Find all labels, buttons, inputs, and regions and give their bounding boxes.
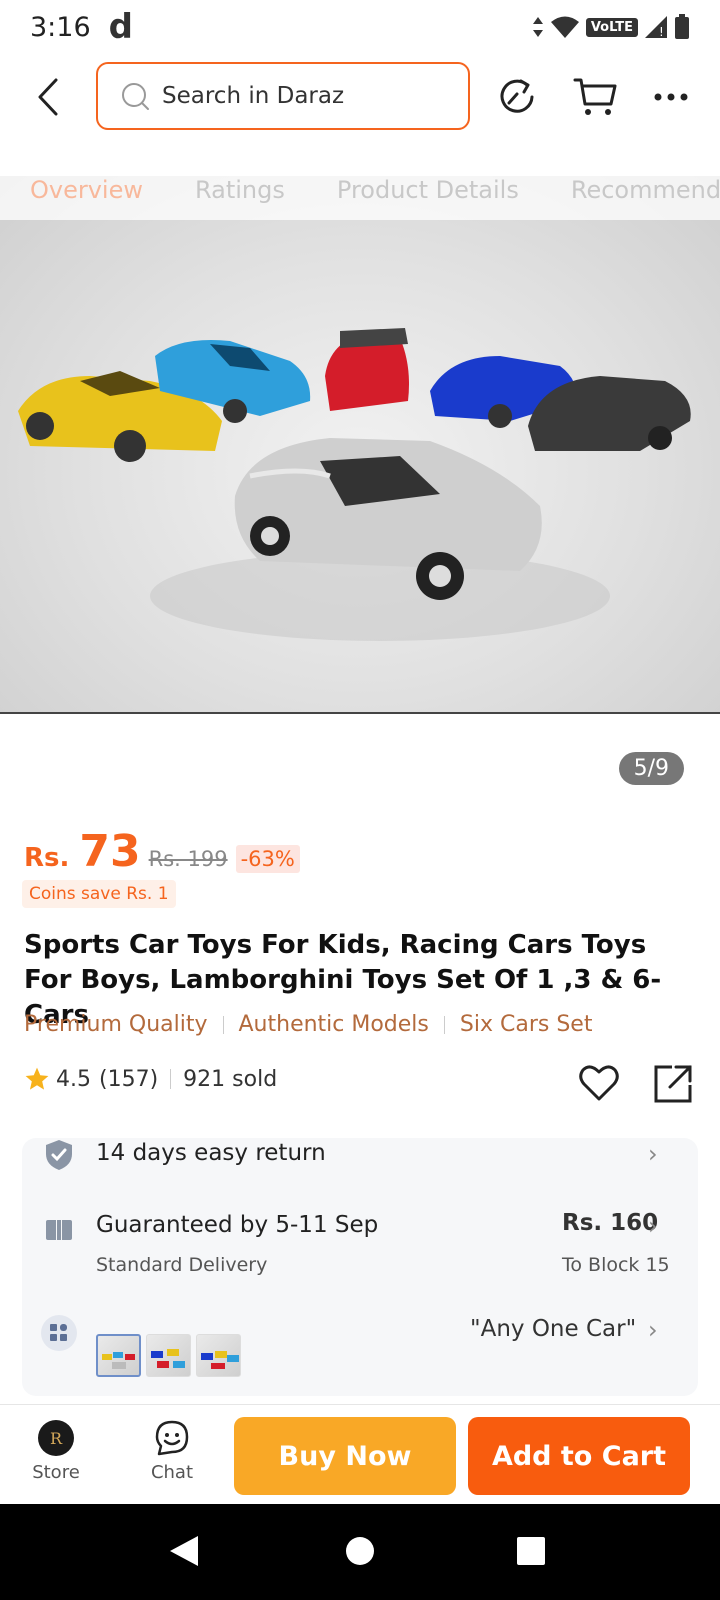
system-back-icon[interactable] — [168, 1534, 200, 1568]
divider — [443, 1015, 445, 1034]
price-original: Rs. 199 — [148, 847, 228, 871]
system-navigation-bar — [0, 1504, 720, 1600]
rating-row[interactable]: 4.5 (157) 921 sold — [24, 1066, 277, 1092]
battery-icon — [675, 14, 689, 39]
chevron-right-icon[interactable]: › — [648, 1140, 658, 1168]
variant-thumbnail[interactable] — [146, 1334, 191, 1377]
share-button[interactable] — [652, 1063, 694, 1109]
delivery-box-icon — [46, 1214, 72, 1240]
coins-badge: Coins save Rs. 1 — [22, 880, 176, 908]
volte-badge: VoLTE — [585, 17, 638, 37]
chevron-right-icon[interactable]: › — [648, 1316, 658, 1344]
divider — [222, 1015, 224, 1034]
variant-thumbnail[interactable] — [196, 1334, 241, 1377]
wifi-icon — [550, 16, 579, 38]
tab-product-details[interactable]: Product Details — [337, 176, 519, 204]
delivery-price: Rs. 160 — [562, 1210, 659, 1236]
variant-grid-icon — [41, 1315, 77, 1351]
shield-check-icon — [46, 1140, 72, 1170]
review-count: (157) — [99, 1066, 159, 1092]
highlight-item: Authentic Models — [238, 1012, 429, 1037]
search-bar[interactable]: Search in Daraz — [96, 62, 470, 130]
svg-text:R: R — [50, 1429, 63, 1448]
signal-icon: ! — [645, 16, 667, 39]
highlight-item: Six Cars Set — [459, 1012, 593, 1037]
returns-text[interactable]: 14 days easy return — [96, 1140, 326, 1166]
store-label: Store — [32, 1462, 80, 1483]
star-icon — [25, 1067, 49, 1090]
tab-recommended[interactable]: Recommended — [571, 176, 720, 204]
share-icon — [654, 1065, 692, 1103]
share-refresh-button[interactable] — [492, 72, 542, 122]
product-highlights: Premium Quality Authentic Models Six Car… — [24, 1012, 592, 1037]
thumbnail-cars — [201, 1351, 239, 1369]
more-options-button[interactable] — [646, 72, 696, 122]
status-time: 3:16 — [30, 11, 91, 43]
price-current: 73 — [79, 826, 141, 877]
back-arrow-icon — [38, 78, 58, 116]
add-to-cart-button[interactable]: Add to Cart — [468, 1417, 690, 1495]
chat-icon — [155, 1420, 189, 1456]
discount-badge: -63% — [235, 845, 300, 873]
service-info-card: 14 days easy return › Guaranteed by 5-11… — [22, 1138, 698, 1396]
product-photo — [18, 328, 691, 641]
section-tabs: Overview Ratings Product Details Recomme… — [0, 160, 720, 220]
tab-overview[interactable]: Overview — [30, 176, 143, 204]
chat-label: Chat — [150, 1462, 194, 1483]
cart-button[interactable] — [570, 72, 620, 122]
thumbnail-cars — [102, 1352, 135, 1369]
data-arrows-icon — [532, 17, 543, 37]
image-pager: 5/9 — [618, 752, 684, 785]
divider — [170, 1069, 172, 1089]
refresh-share-icon — [500, 79, 534, 113]
search-placeholder: Search in Daraz — [162, 83, 345, 109]
variant-thumbnail[interactable] — [96, 1334, 141, 1377]
wishlist-button[interactable] — [578, 1063, 620, 1107]
svg-text:!: ! — [659, 25, 664, 39]
system-recents-icon[interactable] — [516, 1536, 546, 1566]
store-button[interactable]: R Store — [16, 1419, 96, 1483]
product-image[interactable] — [0, 176, 720, 714]
tab-ratings[interactable]: Ratings — [195, 176, 285, 204]
rating-value: 4.5 — [56, 1066, 91, 1092]
system-home-icon[interactable] — [345, 1536, 375, 1566]
highlight-item: Premium Quality — [24, 1012, 208, 1037]
thumbnail-cars — [151, 1349, 185, 1368]
chat-button[interactable]: Chat — [132, 1419, 212, 1483]
store-logo-icon: R — [38, 1420, 74, 1456]
heart-icon — [579, 1065, 619, 1101]
red-car — [325, 328, 409, 411]
buy-now-button[interactable]: Buy Now — [234, 1417, 456, 1495]
delivery-type: Standard Delivery — [96, 1254, 268, 1276]
top-navigation: Search in Daraz — [0, 54, 720, 140]
delivery-title[interactable]: Guaranteed by 5-11 Sep — [96, 1212, 378, 1238]
variant-selection[interactable]: "Any One Car" — [470, 1316, 636, 1342]
status-bar: 3:16 d VoLTE ! — [0, 0, 720, 54]
price-currency: Rs. — [24, 843, 70, 873]
cart-icon — [573, 78, 617, 115]
more-dots-icon — [654, 93, 688, 101]
price-row: Rs. 73 Rs. 199 -63% — [24, 826, 300, 877]
app-notification-icon: d — [108, 7, 133, 47]
status-icons: VoLTE ! — [532, 14, 690, 40]
chevron-right-icon[interactable]: › — [648, 1212, 658, 1240]
search-icon — [122, 83, 149, 110]
delivery-location: To Block 15 — [562, 1254, 670, 1276]
bottom-action-bar: R Store Chat Buy Now Add to Cart — [0, 1404, 720, 1504]
back-button[interactable] — [28, 72, 68, 122]
sold-count: 921 sold — [183, 1066, 278, 1092]
